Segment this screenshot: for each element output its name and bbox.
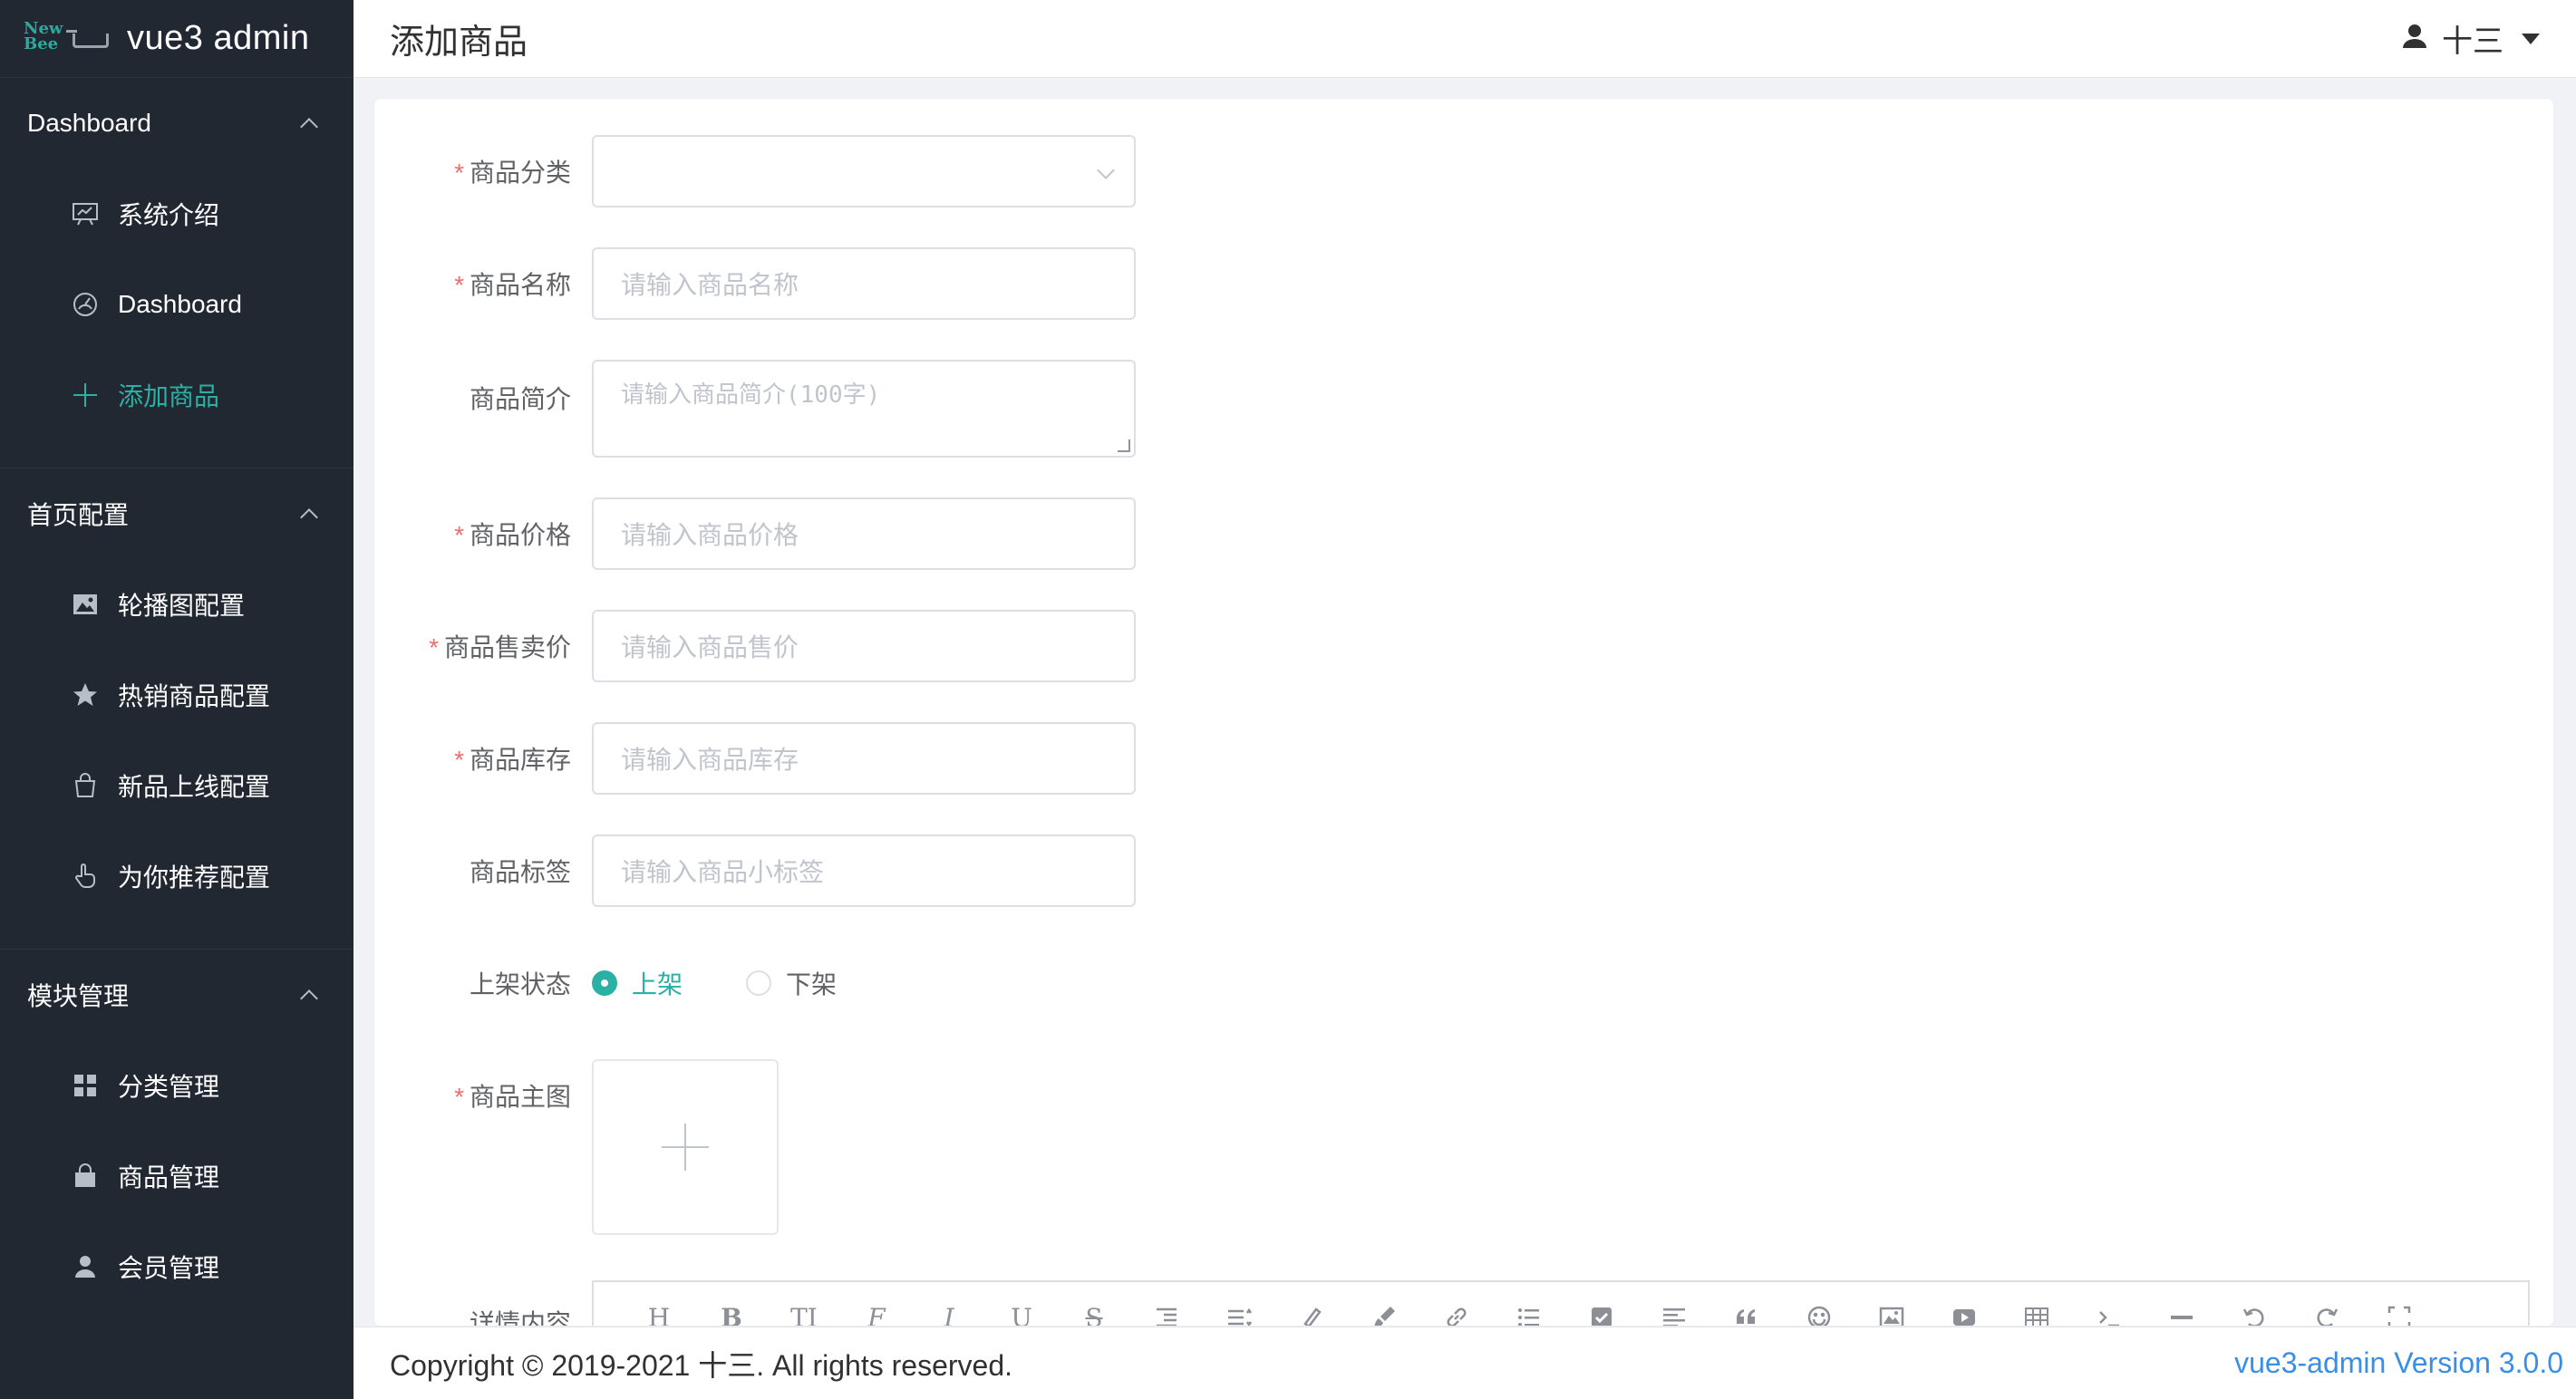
user-name: 十三 [2442,24,2503,59]
copyright-text: Copyright © 2019-2021 十三. All rights res… [390,1348,1013,1382]
label-sale-status: 上架状态 [469,970,571,999]
app-title: vue3 admin [127,19,310,57]
chevron-up-icon [300,118,318,136]
label-main-image: * 商品主图 [454,1083,571,1111]
sidebar: New Bee vue3 admin Dashboard 系统介绍 Dashboa… [0,0,353,1399]
main-card: * 商品分类 * 商品名称 请输入商品名称 商品简介 请输入商品简介(100字) *… [373,98,2554,1327]
goods-icon [69,1160,102,1192]
top-header: 添加商品 十三 [353,0,2576,78]
version-link[interactable]: vue3-admin Version 3.0.0 [2234,1346,2563,1380]
label-goods-name: * 商品名称 [454,271,571,299]
label-goods-price: * 商品价格 [454,521,571,549]
menu-group-home-config: 首页配置 轮播图配置 热销商品配置 新品上线配置 为你推荐配置 [0,468,353,950]
quote-icon[interactable] [1710,1299,1783,1326]
font-family-icon[interactable]: F [840,1299,913,1327]
chevron-up-icon [300,508,318,526]
chevron-down-icon [1097,161,1115,179]
label-category: * 商品分类 [454,159,571,187]
sidebar-item-intro[interactable]: 系统介绍 [0,169,353,259]
sidebar-item-members[interactable]: 会员管理 [0,1221,353,1312]
heading-icon[interactable]: H [623,1299,695,1327]
main-image-uploader[interactable] [592,1059,779,1235]
link-icon[interactable] [1420,1299,1493,1326]
redo-icon[interactable] [2290,1299,2363,1326]
video-icon[interactable] [1928,1299,2000,1326]
line-height-icon[interactable] [1203,1299,1275,1326]
divider-icon[interactable] [2145,1299,2218,1326]
underline-icon[interactable]: U [985,1299,1058,1327]
sidebar-item-carousel[interactable]: 轮播图配置 [0,559,353,650]
picture-icon [69,588,102,621]
odometer-icon [69,288,102,321]
goods-price-input[interactable]: 请输入商品价格 [592,497,1136,570]
group-header-home-config[interactable]: 首页配置 [0,468,353,559]
caret-down-icon [2522,33,2540,44]
undo-icon[interactable] [2218,1299,2290,1326]
label-selling-price: * 商品售卖价 [429,633,571,661]
emoji-icon[interactable] [1783,1299,1855,1326]
shopping-bag-icon [69,769,102,802]
sale-status-radio-group: 上架 下架 [592,965,837,1001]
sidebar-item-new-goods[interactable]: 新品上线配置 [0,740,353,831]
selling-price-input[interactable]: 请输入商品售价 [592,610,1136,682]
plus-icon [69,379,102,411]
sidebar-item-add-goods[interactable]: 添加商品 [0,350,353,440]
grid-icon [69,1069,102,1102]
goods-intro-textarea[interactable]: 请输入商品简介(100字) [592,360,1136,458]
chart-board-icon [69,198,102,230]
sidebar-item-recommend[interactable]: 为你推荐配置 [0,831,353,921]
rich-text-editor-toolbar: H B TI F I U S [592,1280,2530,1327]
brush-icon[interactable] [1348,1299,1420,1326]
menu-group-dashboard: Dashboard 系统介绍 Dashboard 添加商品 [0,78,353,468]
image-icon[interactable] [1855,1299,1928,1326]
todo-icon[interactable] [1565,1299,1638,1326]
radio-on-sale[interactable]: 上架 [592,965,683,1001]
sidebar-item-category[interactable]: 分类管理 [0,1040,353,1131]
indent-icon[interactable] [1130,1299,1203,1326]
stock-input[interactable]: 请输入商品库存 [592,722,1136,795]
goods-tag-input[interactable]: 请输入商品小标签 [592,835,1136,907]
footer: Copyright © 2019-2021 十三. All rights res… [353,1327,2576,1399]
radio-off-sale[interactable]: 下架 [746,965,837,1001]
resize-handle[interactable] [1118,439,1130,452]
label-goods-intro: 商品简介 [469,385,571,413]
chevron-up-icon [300,989,318,1008]
category-select[interactable] [592,135,1136,207]
radio-dot [592,970,617,996]
group-header-modules[interactable]: 模块管理 [0,950,353,1040]
sidebar-item-goods[interactable]: 商品管理 [0,1131,353,1221]
user-icon [69,1250,102,1283]
logo-icon: New Bee [24,20,111,57]
fullscreen-icon[interactable] [2363,1299,2436,1326]
user-icon [2400,22,2429,55]
font-size-icon[interactable]: TI [768,1299,840,1327]
pointer-icon [69,860,102,892]
radio-dot [746,970,772,996]
bold-icon[interactable]: B [695,1299,768,1327]
italic-icon[interactable]: I [913,1299,985,1327]
logo-area[interactable]: New Bee vue3 admin [0,0,353,78]
code-icon[interactable] [2073,1299,2145,1326]
group-header-dashboard[interactable]: Dashboard [0,78,353,169]
goods-name-input[interactable]: 请输入商品名称 [592,247,1136,320]
plus-icon [662,1124,709,1171]
label-stock: * 商品库存 [454,746,571,774]
menu-group-modules: 模块管理 分类管理 商品管理 会员管理 [0,950,353,1339]
strikethrough-icon[interactable]: S [1058,1299,1130,1327]
page-title: 添加商品 [390,24,528,62]
label-detail: 详情内容 [469,1309,571,1327]
align-icon[interactable] [1638,1299,1710,1326]
sidebar-item-hot-goods[interactable]: 热销商品配置 [0,650,353,740]
bulleted-list-icon[interactable] [1493,1299,1565,1326]
star-icon [69,679,102,711]
user-menu[interactable]: 十三 [2400,16,2540,61]
sidebar-item-dashboard[interactable]: Dashboard [0,259,353,350]
table-icon[interactable] [2000,1299,2073,1326]
clear-format-icon[interactable] [1275,1299,1348,1326]
label-goods-tag: 商品标签 [469,858,571,886]
